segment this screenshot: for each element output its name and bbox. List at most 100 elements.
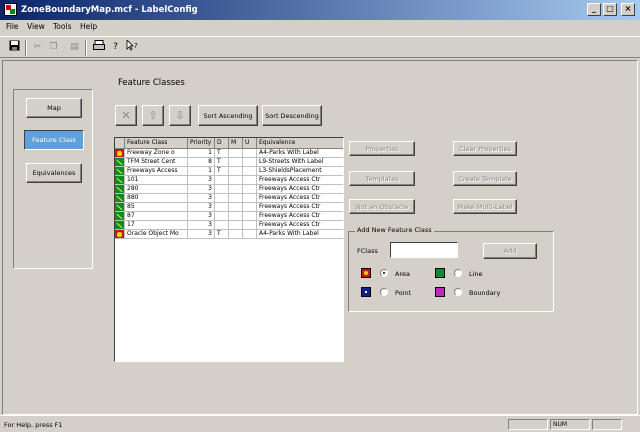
type-line-radio[interactable] (454, 269, 462, 277)
cell-u[interactable] (243, 167, 257, 176)
cell-u[interactable] (243, 221, 257, 230)
column-header-u[interactable]: U (243, 138, 257, 149)
cell-priority[interactable]: 3 (188, 203, 215, 212)
cell-equivalence[interactable]: Freeways Access Ctr (257, 221, 343, 230)
menu-tools[interactable]: Tools (53, 22, 71, 31)
cell-d[interactable]: T (215, 149, 229, 158)
cell-priority[interactable]: 3 (188, 212, 215, 221)
cell-feature-class[interactable]: 101 (125, 176, 188, 185)
move-up-button[interactable]: ⇧ (142, 105, 164, 126)
cell-u[interactable] (243, 176, 257, 185)
column-header-equivalence[interactable]: Equivalence (257, 138, 343, 149)
create-template-button[interactable]: Create Template (453, 171, 517, 186)
cell-u[interactable] (243, 158, 257, 167)
table-row[interactable]: TFM Street Cent 8 T L9-Streets With Label (115, 158, 343, 167)
cell-feature-class[interactable]: 17 (125, 221, 188, 230)
cell-priority[interactable]: 1 (188, 149, 215, 158)
fclass-input[interactable] (390, 242, 458, 258)
close-button[interactable]: × (621, 3, 635, 16)
cell-m[interactable] (229, 185, 243, 194)
table-row[interactable]: Oracle Object Mo 3 T A4-Parks With Label (115, 230, 343, 239)
cell-priority[interactable]: 3 (188, 221, 215, 230)
clear-properties-button[interactable]: Clear Properties (453, 141, 517, 156)
cell-d[interactable] (215, 194, 229, 203)
type-boundary-radio[interactable] (454, 288, 462, 296)
cell-m[interactable] (229, 149, 243, 158)
cell-u[interactable] (243, 185, 257, 194)
cell-u[interactable] (243, 212, 257, 221)
cut-icon[interactable]: ✂ (30, 40, 45, 55)
not-an-obstacle-button[interactable]: Not an Obstacle (349, 199, 415, 214)
cell-d[interactable] (215, 203, 229, 212)
print-icon[interactable] (91, 40, 106, 55)
cell-equivalence[interactable]: Freeways Access Ctr (257, 212, 343, 221)
cell-equivalence[interactable]: Freeways Access Ctr (257, 194, 343, 203)
cell-d[interactable]: T (215, 167, 229, 176)
cell-m[interactable] (229, 158, 243, 167)
add-button[interactable]: Add (483, 243, 537, 259)
map-button[interactable]: Map (26, 98, 82, 118)
help-icon[interactable]: ? (108, 40, 123, 55)
table-row[interactable]: 17 3 Freeways Access Ctr (115, 221, 343, 230)
column-header-d[interactable]: D (215, 138, 229, 149)
cell-m[interactable] (229, 176, 243, 185)
cell-priority[interactable]: 3 (188, 185, 215, 194)
context-help-icon[interactable]: ? (124, 39, 139, 55)
cell-equivalence[interactable]: Freeways Access Ctr (257, 203, 343, 212)
cell-m[interactable] (229, 212, 243, 221)
cell-equivalence[interactable]: L3-ShieldsPlacement (257, 167, 343, 176)
type-area-radio[interactable] (380, 269, 388, 277)
feature-class-button[interactable]: Feature Class (24, 130, 84, 150)
cell-priority[interactable]: 1 (188, 167, 215, 176)
menu-file[interactable]: File (6, 22, 19, 31)
cell-feature-class[interactable]: 85 (125, 203, 188, 212)
cell-u[interactable] (243, 149, 257, 158)
cell-feature-class[interactable]: 280 (125, 185, 188, 194)
menu-help[interactable]: Help (80, 22, 97, 31)
make-multi-label-button[interactable]: Make Multi-Label (453, 199, 517, 214)
paste-icon[interactable]: ▤ (67, 40, 82, 55)
type-point-radio[interactable] (380, 288, 388, 296)
cell-feature-class[interactable]: 880 (125, 194, 188, 203)
cell-m[interactable] (229, 230, 243, 239)
cell-feature-class[interactable]: Freeway Zone o (125, 149, 188, 158)
cell-feature-class[interactable]: 87 (125, 212, 188, 221)
equivalences-button[interactable]: Equivalences (26, 163, 82, 183)
cell-priority[interactable]: 3 (188, 230, 215, 239)
cell-d[interactable] (215, 212, 229, 221)
cell-feature-class[interactable]: Freeways Access (125, 167, 188, 176)
move-down-button[interactable]: ⇩ (169, 105, 191, 126)
table-row[interactable]: 87 3 Freeways Access Ctr (115, 212, 343, 221)
table-row[interactable]: 85 3 Freeways Access Ctr (115, 203, 343, 212)
sort-ascending-button[interactable]: Sort Ascending (198, 105, 258, 126)
cell-u[interactable] (243, 230, 257, 239)
cell-d[interactable]: T (215, 158, 229, 167)
table-row[interactable]: 101 3 Freeways Access Ctr (115, 176, 343, 185)
cell-equivalence[interactable]: A4-Parks With Label (257, 230, 343, 239)
properties-button[interactable]: Properties (349, 141, 415, 156)
cell-equivalence[interactable]: A4-Parks With Label (257, 149, 343, 158)
table-row[interactable]: 880 3 Freeways Access Ctr (115, 194, 343, 203)
cell-priority[interactable]: 3 (188, 194, 215, 203)
cell-d[interactable]: T (215, 230, 229, 239)
copy-icon[interactable]: ❐ (46, 40, 61, 55)
cell-equivalence[interactable]: L9-Streets With Label (257, 158, 343, 167)
cell-feature-class[interactable]: TFM Street Cent (125, 158, 188, 167)
cell-m[interactable] (229, 221, 243, 230)
cell-priority[interactable]: 3 (188, 176, 215, 185)
sort-descending-button[interactable]: Sort Descending (262, 105, 322, 126)
table-row[interactable]: Freeways Access 1 T L3-ShieldsPlacement (115, 167, 343, 176)
cell-d[interactable] (215, 176, 229, 185)
cell-u[interactable] (243, 194, 257, 203)
cell-priority[interactable]: 8 (188, 158, 215, 167)
cell-equivalence[interactable]: Freeways Access Ctr (257, 176, 343, 185)
templates-button[interactable]: Templates (349, 171, 415, 186)
minimize-button[interactable]: _ (587, 3, 601, 16)
column-header-priority[interactable]: Priority (188, 138, 215, 149)
cell-m[interactable] (229, 167, 243, 176)
column-header-feature-class[interactable]: Feature Class (125, 138, 188, 149)
save-icon[interactable] (7, 40, 22, 55)
cell-m[interactable] (229, 194, 243, 203)
cell-m[interactable] (229, 203, 243, 212)
cell-d[interactable] (215, 221, 229, 230)
